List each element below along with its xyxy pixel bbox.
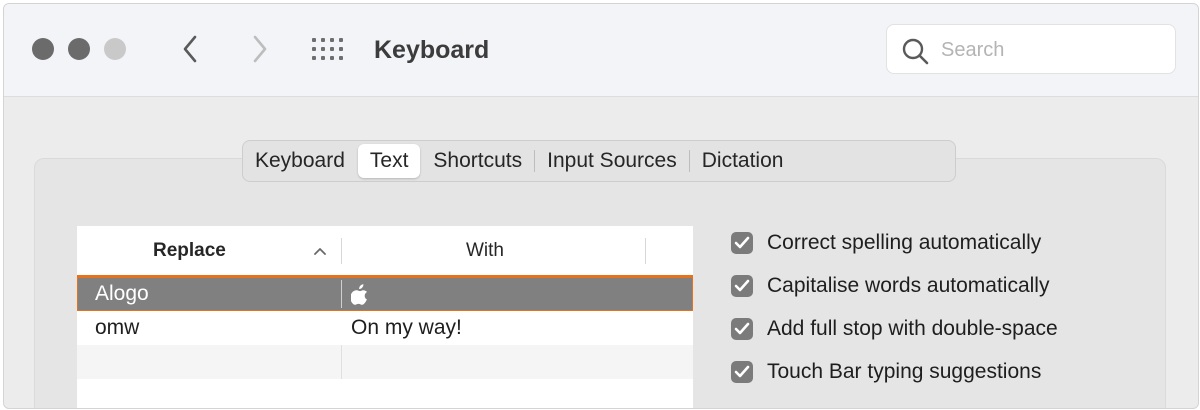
option-label: Add full stop with double-space	[767, 317, 1058, 340]
replace-cell[interactable]: Alogo	[95, 277, 149, 311]
column-header-with[interactable]: With	[466, 238, 504, 264]
tab-keyboard[interactable]: Keyboard	[243, 144, 357, 178]
table-row-empty	[77, 345, 693, 379]
column-divider	[341, 280, 342, 308]
grid-dot	[321, 38, 325, 42]
option-capitalise-words[interactable]: Capitalise words automatically	[731, 269, 1049, 303]
grid-dot	[330, 38, 334, 42]
tab-shortcuts[interactable]: Shortcuts	[421, 144, 534, 178]
replacements-table: Replace With Alogo omw On my way!	[77, 226, 693, 408]
chevron-right-icon	[253, 35, 267, 63]
with-cell[interactable]: On my way!	[351, 311, 462, 345]
column-header-replace[interactable]: Replace	[153, 238, 226, 264]
chevron-left-icon	[183, 35, 197, 63]
column-divider[interactable]	[645, 238, 646, 264]
grid-dot	[339, 47, 343, 51]
table-header: Replace With	[77, 226, 693, 277]
grid-dot	[321, 56, 325, 60]
option-correct-spelling[interactable]: Correct spelling automatically	[731, 226, 1041, 260]
grid-dot	[330, 56, 334, 60]
tab-input-sources[interactable]: Input Sources	[535, 144, 689, 178]
table-row-empty	[77, 379, 693, 408]
apple-logo-icon	[350, 284, 367, 305]
search-field[interactable]	[886, 24, 1176, 74]
checkbox[interactable]	[731, 361, 753, 383]
checkmark-icon	[734, 236, 750, 249]
option-label: Capitalise words automatically	[767, 274, 1050, 297]
grid-dot	[312, 38, 316, 42]
sort-ascending-icon[interactable]	[313, 246, 327, 256]
option-label: Touch Bar typing suggestions	[767, 360, 1042, 383]
option-touch-bar-suggestions[interactable]: Touch Bar typing suggestions	[731, 355, 1041, 389]
checkmark-icon	[734, 279, 750, 292]
search-input[interactable]	[939, 33, 1163, 67]
option-label: Correct spelling automatically	[767, 231, 1042, 254]
grid-dot	[312, 56, 316, 60]
preferences-window: Keyboard Keyboard Text Shortcuts Input S…	[3, 3, 1199, 409]
checkbox[interactable]	[731, 318, 753, 340]
option-full-stop[interactable]: Add full stop with double-space	[731, 312, 1058, 346]
grid-dot	[312, 47, 316, 51]
page-title: Keyboard	[374, 36, 490, 64]
forward-button[interactable]	[244, 32, 274, 66]
replace-cell[interactable]: omw	[95, 311, 139, 345]
column-divider[interactable]	[341, 238, 342, 264]
tab-text[interactable]: Text	[357, 144, 421, 178]
tab-bar: Keyboard Text Shortcuts Input Sources Di…	[242, 140, 956, 182]
grid-dot	[339, 38, 343, 42]
grid-dot	[321, 47, 325, 51]
search-icon	[902, 38, 929, 65]
with-cell[interactable]	[350, 277, 369, 311]
checkbox[interactable]	[731, 232, 753, 254]
checkbox[interactable]	[731, 275, 753, 297]
tab-dictation[interactable]: Dictation	[690, 144, 796, 178]
table-row[interactable]: omw On my way!	[77, 311, 693, 345]
zoom-button[interactable]	[104, 38, 126, 60]
table-row[interactable]: Alogo	[77, 275, 693, 313]
grid-dot	[330, 47, 334, 51]
checkmark-icon	[734, 365, 750, 378]
titlebar: Keyboard	[4, 4, 1198, 97]
checkmark-icon	[734, 322, 750, 335]
close-button[interactable]	[32, 38, 54, 60]
show-all-button[interactable]	[312, 36, 348, 64]
back-button[interactable]	[176, 32, 206, 66]
minimize-button[interactable]	[68, 38, 90, 60]
grid-dot	[339, 56, 343, 60]
